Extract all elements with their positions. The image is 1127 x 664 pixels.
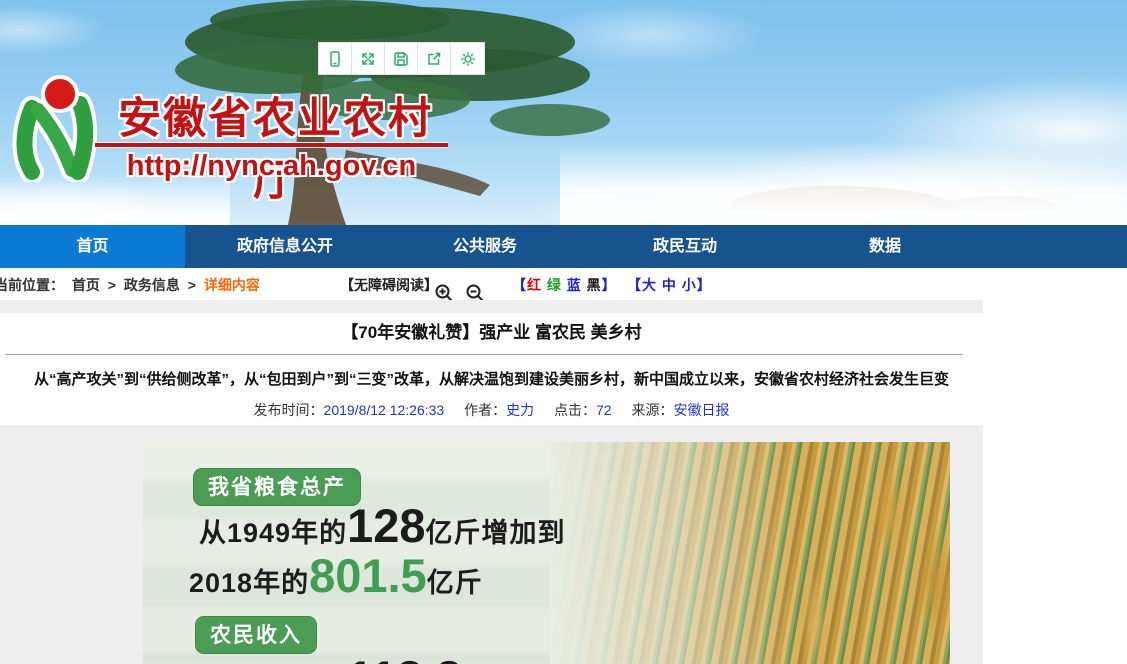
mobile-icon[interactable] [319, 43, 352, 74]
source-value: 安徽日报 [673, 402, 729, 418]
breadcrumb-home-link[interactable]: 首页 [72, 277, 100, 293]
site-logo-icon[interactable] [4, 72, 104, 182]
source-label: 来源： [631, 402, 673, 418]
clicks-value: 72 [596, 402, 612, 418]
nav-item-interaction[interactable]: 政民互动 [585, 225, 785, 268]
grain-total-badge: 我省粮食总产 [193, 468, 361, 506]
accessibility-reading-link[interactable]: 【无障碍阅读】 [340, 275, 438, 295]
grain-1949-value: 128 [347, 502, 425, 549]
article-subtitle: 从“高产攻关”到“供给侧改革”，从“包田到户”到“三变”改革，从解决温饱到建设美… [0, 368, 983, 389]
bracket: 【 [627, 277, 642, 293]
color-red-button[interactable]: 红 [527, 277, 542, 293]
farmer-income-badge: 农民收入 [195, 616, 317, 654]
nav-item-data[interactable]: 数据 [785, 225, 985, 268]
breadcrumb-label: 当前位置： [0, 277, 64, 293]
fullscreen-icon[interactable] [352, 43, 385, 74]
title-underline [95, 143, 448, 147]
article-meta: 发布时间：2019/8/12 12:26:33 作者：史力 点击：72 来源：安… [0, 400, 983, 420]
breadcrumb-row: 当前位置： 首页 > 政务信息 > 详细内容 【无障碍阅读】 【红 绿 蓝 黑】… [0, 268, 1127, 300]
grain-line-1949: 从1949年的128亿斤增加到 [199, 502, 566, 550]
cloud-mist [560, 145, 1127, 225]
font-size-options: 【大 中 小】 [627, 275, 712, 295]
save-icon[interactable] [385, 43, 418, 74]
color-green-button[interactable]: 绿 [547, 277, 562, 293]
bracket: 】 [697, 277, 712, 293]
grain-line-2018: 2018年的801.5亿斤 [189, 552, 483, 600]
bracket: 】 [602, 277, 617, 293]
article-infographic-image: 我省粮食总产 从1949年的128亿斤增加到 2018年的801.5亿斤 农民收… [143, 442, 950, 664]
color-black-button[interactable]: 黑 [587, 277, 602, 293]
publish-time-value: 2019/8/12 12:26:33 [324, 402, 445, 418]
page: 安徽省农业农村厅 http://nync.ah.gov.cn 首页 政府信息公开… [0, 0, 1127, 664]
title-divider [5, 354, 963, 355]
rice-photo-fade [550, 442, 950, 664]
clicks-label: 点击： [554, 402, 596, 418]
header-toolbar [318, 42, 485, 75]
header-banner: 安徽省农业农村厅 http://nync.ah.gov.cn [0, 0, 1127, 225]
author-value: 史力 [506, 402, 534, 418]
nav-item-gov-info[interactable]: 政府信息公开 [185, 225, 385, 268]
breadcrumb-separator: > [108, 277, 116, 293]
bracket: 【 [512, 277, 527, 293]
site-url: http://nync.ah.gov.cn [95, 150, 448, 183]
breadcrumb-section-link[interactable]: 政务信息 [124, 277, 180, 293]
income-1978-value: 113.3 [347, 654, 462, 664]
font-small-button[interactable]: 小 [682, 277, 697, 293]
author-label: 作者： [464, 402, 506, 418]
income-line-1978: 从1978年的113.3元提高到 [199, 654, 574, 664]
main-nav: 首页 政府信息公开 公共服务 政民互动 数据 [0, 225, 1127, 268]
settings-icon[interactable] [451, 43, 484, 74]
breadcrumb: 当前位置： 首页 > 政务信息 > 详细内容 [0, 275, 264, 295]
article-header-panel: 【70年安徽礼赞】强产业 富农民 美乡村 从“高产攻关”到“供给侧改革”，从“包… [0, 313, 983, 425]
breadcrumb-separator: > [188, 277, 196, 293]
font-large-button[interactable]: 大 [642, 277, 657, 293]
font-medium-button[interactable]: 中 [662, 277, 677, 293]
color-scheme-options: 【红 绿 蓝 黑】 [512, 275, 617, 295]
color-blue-button[interactable]: 蓝 [567, 277, 582, 293]
content-band [0, 300, 983, 313]
grain-2018-value: 801.5 [309, 552, 427, 599]
share-icon[interactable] [418, 43, 451, 74]
nav-item-home[interactable]: 首页 [0, 225, 185, 268]
nav-item-public-service[interactable]: 公共服务 [385, 225, 585, 268]
article-body: 我省粮食总产 从1949年的128亿斤增加到 2018年的801.5亿斤 农民收… [0, 425, 983, 664]
breadcrumb-current: 详细内容 [204, 277, 260, 293]
publish-time-label: 发布时间： [254, 402, 324, 418]
article-title: 【70年安徽礼赞】强产业 富农民 美乡村 [0, 318, 983, 343]
